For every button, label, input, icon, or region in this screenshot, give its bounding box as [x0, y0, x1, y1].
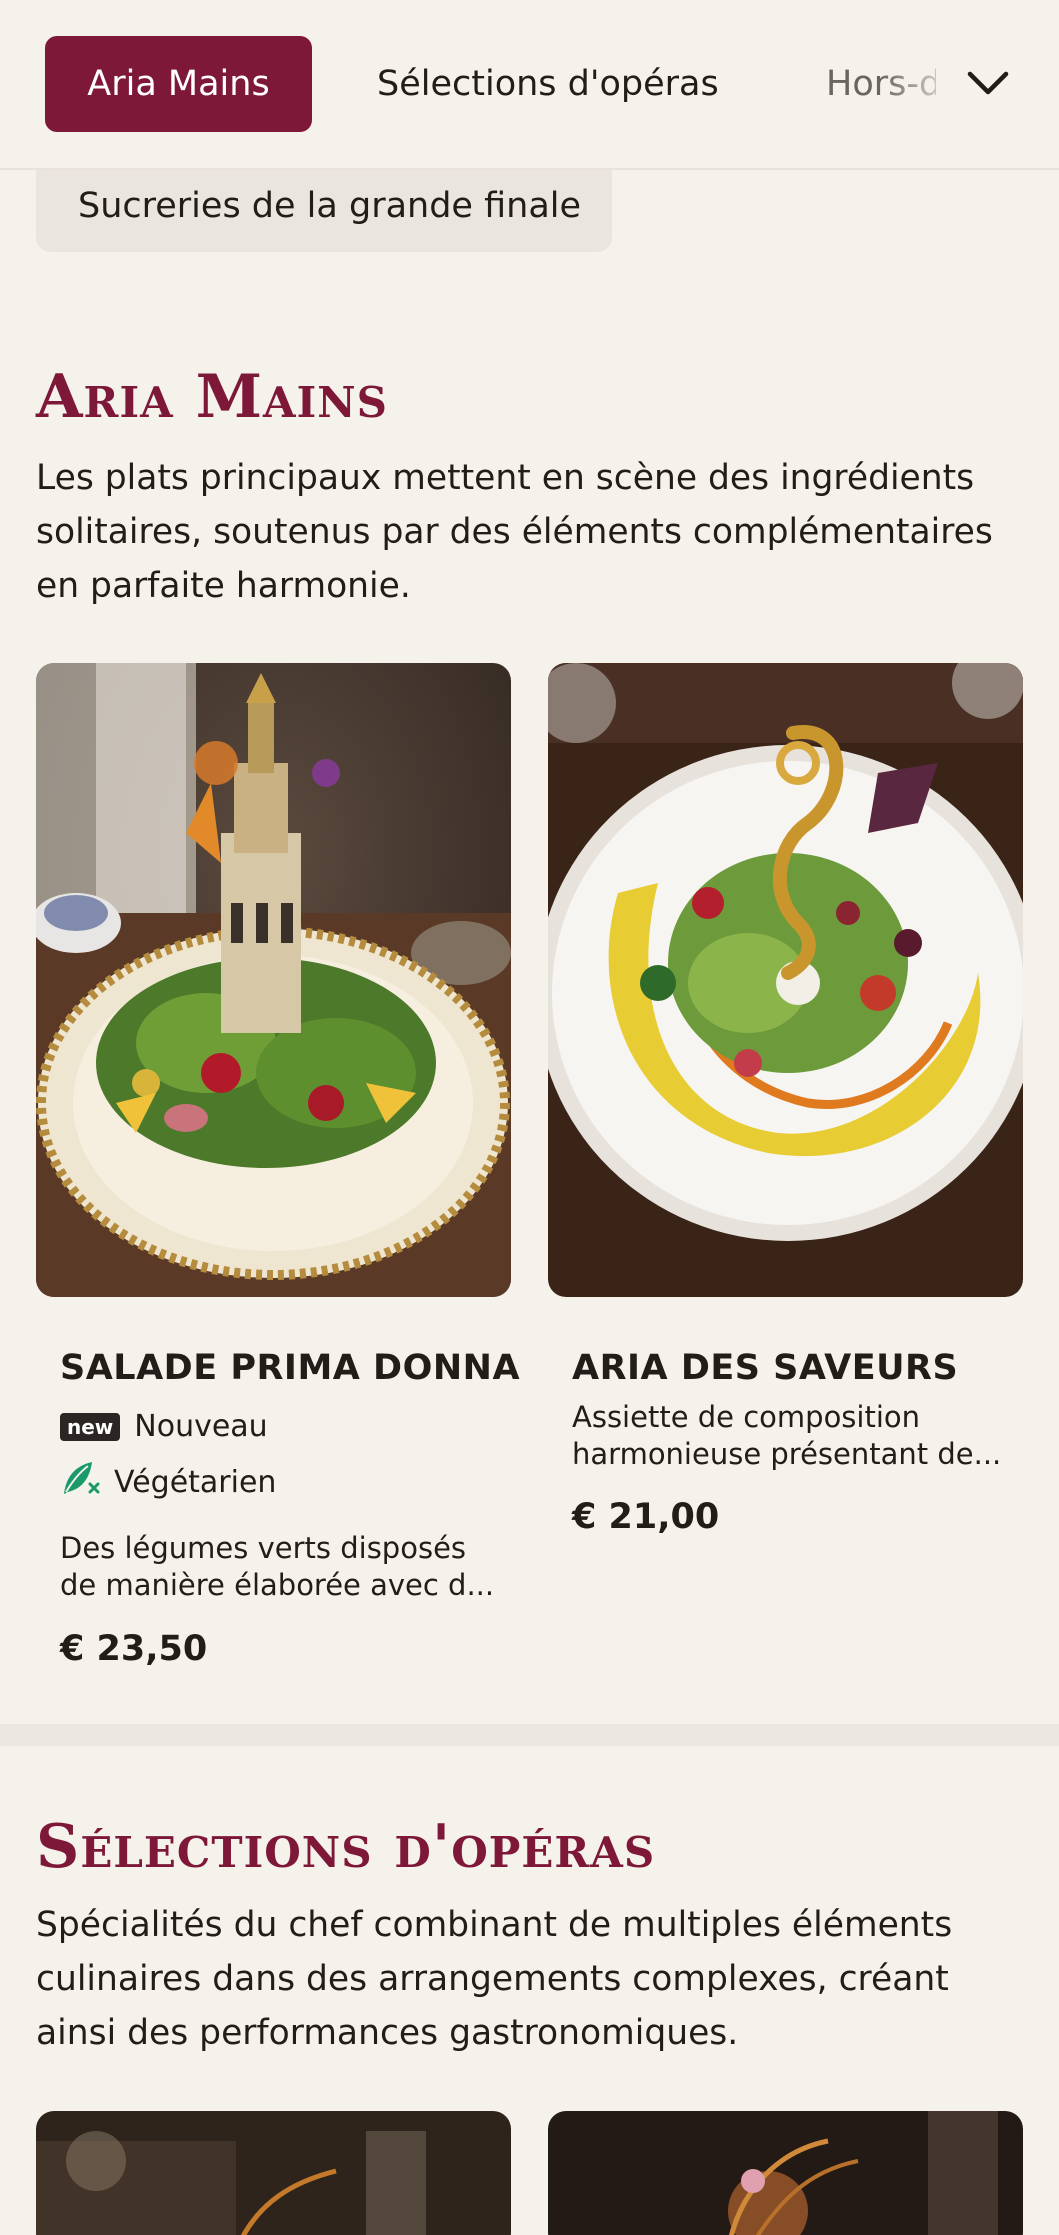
dish-image[interactable]	[36, 2111, 511, 2235]
section-description: Les plats principaux mettent en scène de…	[36, 458, 993, 606]
section-title: Aria Mains	[36, 362, 388, 432]
tab-selections-operas[interactable]: Sélections d'opéras	[377, 36, 719, 132]
vegetarian-tag: Végétarien	[60, 1460, 276, 1504]
dish-description: Assiette de composition harmonieuse prés…	[572, 1400, 1002, 1471]
section-title: Sélections d'opéras	[36, 1812, 656, 1882]
dish-image-salade-prima-donna[interactable]	[36, 663, 511, 1297]
dish-price: € 23,50	[60, 1629, 208, 1669]
tab-aria-mains[interactable]: Aria Mains	[45, 36, 312, 132]
section-divider	[0, 1724, 1059, 1746]
vegetarian-label: Végétarien	[114, 1464, 277, 1500]
vegetarian-leaf-icon	[60, 1460, 100, 1504]
new-badge: new	[60, 1412, 121, 1441]
dish-image-aria-des-saveurs[interactable]	[548, 663, 1023, 1297]
new-tag-label: Nouveau	[134, 1409, 268, 1444]
new-tag: new Nouveau	[60, 1409, 268, 1444]
section-description: Spécialités du chef combinant de multipl…	[36, 1905, 953, 2053]
chevron-down-icon[interactable]	[963, 58, 1013, 108]
dish-name[interactable]: ARIA DES SAVEURS	[572, 1348, 958, 1388]
dish-name[interactable]: SALADE PRIMA DONNA	[60, 1348, 520, 1388]
dish-price: € 21,00	[572, 1497, 720, 1537]
dish-image[interactable]	[548, 2111, 1023, 2235]
dish-description: Des légumes verts disposés de manière él…	[60, 1531, 495, 1602]
category-chip-desserts[interactable]: Sucreries de la grande finale	[36, 160, 612, 252]
category-nav: Aria Mains Sélections d'opéras Hors-d'œu…	[0, 0, 1059, 170]
